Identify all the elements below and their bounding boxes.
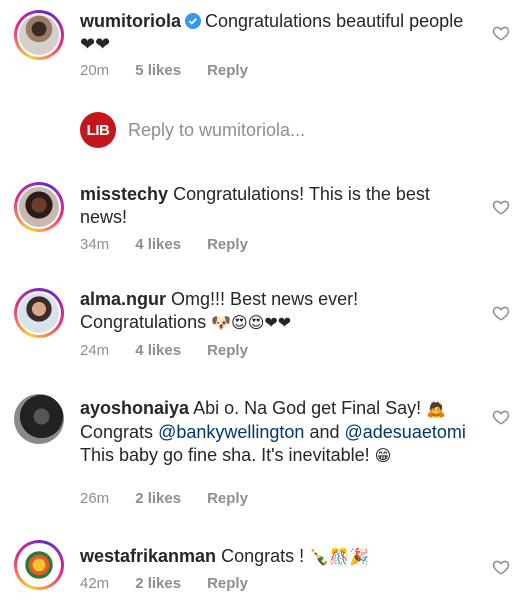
reply-button[interactable]: Reply <box>207 490 248 507</box>
username[interactable]: alma.ngur <box>80 289 166 309</box>
avatar[interactable] <box>14 10 64 60</box>
emoji-group: 🍾🎊🎉 <box>309 549 369 566</box>
comment-body: Abi o. Na God get Final Say! <box>193 398 422 418</box>
timestamp: 42m <box>80 575 110 592</box>
mention-link[interactable]: @adesuaetomi <box>345 422 466 442</box>
likes-count[interactable]: 2 likes <box>135 490 181 507</box>
heart-icon[interactable] <box>492 24 510 42</box>
timestamp: 26m <box>80 490 110 507</box>
comment-body: Congrats ! <box>221 546 305 566</box>
username[interactable]: ayoshonaiya <box>80 398 189 418</box>
comment-text: westafrikanman Congrats ! 🍾🎊🎉 <box>80 545 470 569</box>
avatar[interactable] <box>14 288 64 338</box>
likes-count[interactable]: 5 likes <box>135 62 181 79</box>
comment-meta: 42m 2 likes Reply <box>80 575 248 592</box>
timestamp: 24m <box>80 342 110 359</box>
likes-count[interactable]: 4 likes <box>135 236 181 253</box>
comment-body: and <box>309 422 340 442</box>
timestamp: 34m <box>80 236 110 253</box>
comment-meta: 24m 4 likes Reply <box>80 342 248 359</box>
comment-body: Congrats <box>80 422 154 442</box>
comment-meta: 20m 5 likes Reply <box>80 62 248 79</box>
comment-body-line2: Congratulations <box>80 312 207 332</box>
verified-badge-icon <box>185 13 202 29</box>
emoji: 😁 <box>374 448 392 465</box>
lib-logo: LIB <box>80 112 116 148</box>
mention-link[interactable]: @bankywellington <box>158 422 304 442</box>
comment-text: ayoshonaiya Abi o. Na God get Final Say!… <box>80 397 470 468</box>
reply-button[interactable]: Reply <box>207 342 248 359</box>
username[interactable]: misstechy <box>80 184 168 204</box>
username[interactable]: westafrikanman <box>80 546 216 566</box>
reply-button[interactable]: Reply <box>207 62 248 79</box>
comment-text: wumitoriola Congratulations beautiful peo… <box>80 10 470 56</box>
heart-icon[interactable] <box>492 304 510 322</box>
reply-button[interactable]: Reply <box>207 236 248 253</box>
heart-icon[interactable] <box>492 408 510 426</box>
avatar[interactable] <box>14 540 64 590</box>
reply-field[interactable]: LIB Reply to wumitoriola... <box>80 112 305 148</box>
emoji: 🙇 <box>426 401 447 418</box>
avatar[interactable] <box>14 394 64 444</box>
comment-text: alma.ngur Omg!!! Best news ever! Congrat… <box>80 288 470 335</box>
emoji-group: 🐶😍😍❤❤ <box>211 315 292 332</box>
heart-icon[interactable] <box>492 198 510 216</box>
reply-button[interactable]: Reply <box>207 575 248 592</box>
username[interactable]: wumitoriola <box>80 11 181 31</box>
comment-body: Omg!!! Best news ever! <box>171 289 359 309</box>
comment-text: misstechy Congratulations! This is the b… <box>80 183 460 229</box>
avatar[interactable] <box>14 182 64 232</box>
comment-meta: 26m 2 likes Reply <box>80 490 248 507</box>
timestamp: 20m <box>80 62 110 79</box>
likes-count[interactable]: 2 likes <box>135 575 181 592</box>
likes-count[interactable]: 4 likes <box>135 342 181 359</box>
reply-input-placeholder[interactable]: Reply to wumitoriola... <box>128 120 305 141</box>
heart-icon[interactable] <box>492 558 510 576</box>
comment-meta: 34m 4 likes Reply <box>80 236 248 253</box>
comment-body: This baby go fine sha. It's inevitable! <box>80 445 370 465</box>
